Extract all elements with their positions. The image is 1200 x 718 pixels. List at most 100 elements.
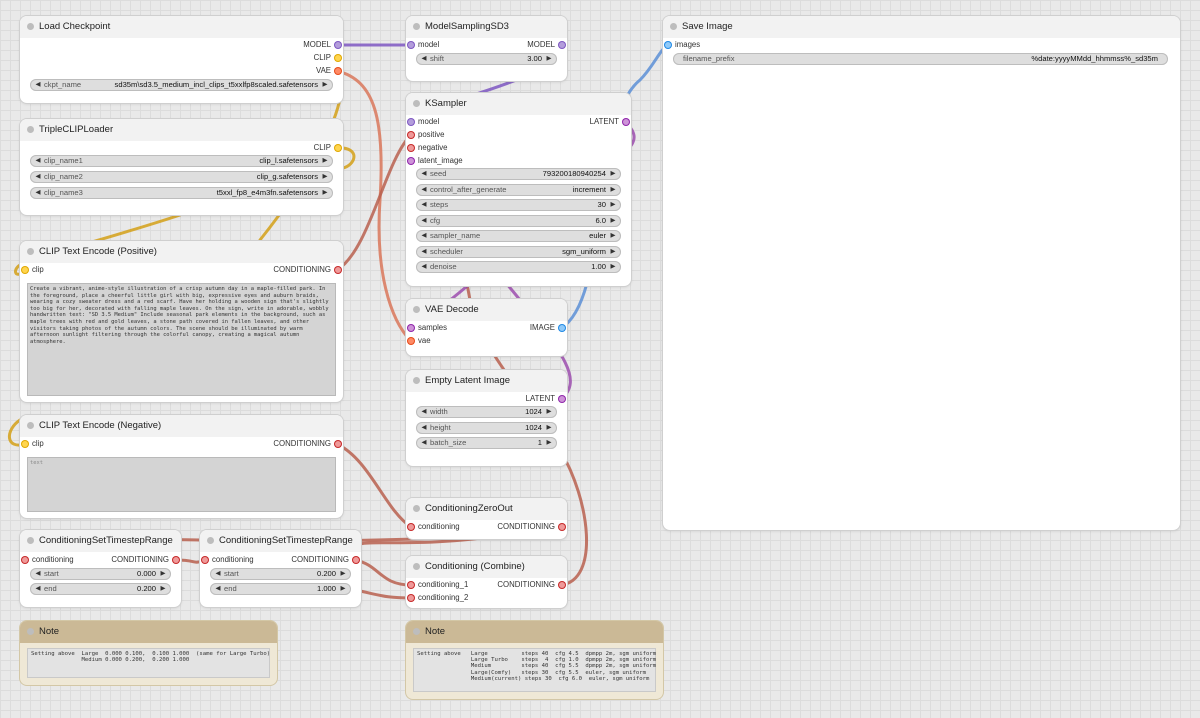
start-widget[interactable]: ◀ start 0.000 ▶ <box>30 568 171 580</box>
node-title[interactable]: Note <box>20 621 277 643</box>
output-image[interactable]: IMAGE <box>530 322 567 334</box>
clip-name2-combo[interactable]: ◀ clip_name2 clip_g.safetensors ▶ <box>30 171 333 183</box>
clip-name1-combo[interactable]: ◀ clip_name1 clip_l.safetensors ▶ <box>30 155 333 167</box>
node-title[interactable]: ModelSamplingSD3 <box>406 16 567 38</box>
arrow-left-icon[interactable]: ◀ <box>419 184 429 196</box>
input-port-icon[interactable] <box>202 557 208 563</box>
arrow-left-icon[interactable]: ◀ <box>419 215 429 227</box>
output-clip[interactable]: CLIP <box>314 142 343 154</box>
arrow-left-icon[interactable]: ◀ <box>419 246 429 258</box>
arrow-left-icon[interactable]: ◀ <box>213 583 223 595</box>
input-port-icon[interactable] <box>22 267 28 273</box>
input-samples[interactable]: samples <box>406 322 447 334</box>
node-title[interactable]: VAE Decode <box>406 299 567 321</box>
input-latent-image[interactable]: latent_image <box>406 155 463 167</box>
arrow-right-icon[interactable]: ▶ <box>608 184 618 196</box>
output-port-icon[interactable] <box>559 582 565 588</box>
input-images[interactable]: images <box>663 39 700 51</box>
node-model-sampling-sd3[interactable]: ModelSamplingSD3 model MODEL ◀ shift 3.00 ▶ <box>406 16 567 81</box>
output-latent[interactable]: LATENT <box>590 116 631 128</box>
output-conditioning[interactable]: CONDITIONING <box>291 554 361 566</box>
width-widget[interactable]: ◀ width 1024 ▶ <box>416 406 557 418</box>
negative-prompt-textarea[interactable]: text <box>27 457 336 512</box>
arrow-left-icon[interactable]: ◀ <box>419 168 429 180</box>
end-widget[interactable]: ◀ end 1.000 ▶ <box>210 583 351 595</box>
output-port-icon[interactable] <box>559 42 565 48</box>
arrow-left-icon[interactable]: ◀ <box>33 583 43 595</box>
input-port-icon[interactable] <box>22 441 28 447</box>
node-title[interactable]: TripleCLIPLoader <box>20 119 343 141</box>
collapse-dot-icon[interactable] <box>413 377 420 384</box>
output-port-icon[interactable] <box>335 55 341 61</box>
arrow-left-icon[interactable]: ◀ <box>33 568 43 580</box>
filename-prefix-field[interactable]: filename_prefix %date:yyyyMMdd_hhmmss%_sd… <box>673 53 1168 65</box>
arrow-right-icon[interactable]: ▶ <box>608 215 618 227</box>
node-save-image[interactable]: Save Image images filename_prefix %date:y… <box>663 16 1180 530</box>
arrow-right-icon[interactable]: ▶ <box>608 168 618 180</box>
output-port-icon[interactable] <box>559 396 565 402</box>
scheduler-widget[interactable]: ◀ scheduler sgm_uniform ▶ <box>416 246 621 258</box>
node-note-1[interactable]: Note Setting above Large 0.000 0.100, 0.… <box>20 621 277 685</box>
input-port-icon[interactable] <box>408 132 414 138</box>
collapse-dot-icon[interactable] <box>207 537 214 544</box>
node-conditioning-set-timestep-range-2[interactable]: ConditioningSetTimestepRange conditionin… <box>200 530 361 607</box>
collapse-dot-icon[interactable] <box>27 628 34 635</box>
input-conditioning[interactable]: conditioning <box>20 554 74 566</box>
node-vae-decode[interactable]: VAE Decode samples vae IMAGE <box>406 299 567 356</box>
arrow-left-icon[interactable]: ◀ <box>419 230 429 242</box>
note-textarea[interactable]: Setting above Large steps 40 cfg 4.5 dpm… <box>413 648 656 692</box>
arrow-left-icon[interactable]: ◀ <box>419 422 429 434</box>
output-port-icon[interactable] <box>353 557 359 563</box>
arrow-left-icon[interactable]: ◀ <box>419 199 429 211</box>
output-port-icon[interactable] <box>623 119 629 125</box>
node-title[interactable]: ConditioningSetTimestepRange <box>200 530 361 552</box>
arrow-left-icon[interactable]: ◀ <box>33 187 43 199</box>
output-conditioning[interactable]: CONDITIONING <box>111 554 181 566</box>
collapse-dot-icon[interactable] <box>413 306 420 313</box>
input-clip[interactable]: clip <box>20 438 44 450</box>
output-port-icon[interactable] <box>335 441 341 447</box>
arrow-left-icon[interactable]: ◀ <box>419 261 429 273</box>
collapse-dot-icon[interactable] <box>413 505 420 512</box>
output-latent[interactable]: LATENT <box>526 393 567 405</box>
input-port-icon[interactable] <box>408 158 414 164</box>
collapse-dot-icon[interactable] <box>27 248 34 255</box>
arrow-left-icon[interactable]: ◀ <box>213 568 223 580</box>
node-triple-clip-loader[interactable]: TripleCLIPLoader CLIP ◀ clip_name1 clip_l.… <box>20 119 343 215</box>
arrow-right-icon[interactable]: ▶ <box>338 583 348 595</box>
input-model[interactable]: model <box>406 116 439 128</box>
output-conditioning[interactable]: CONDITIONING <box>497 579 567 591</box>
collapse-dot-icon[interactable] <box>413 563 420 570</box>
output-port-icon[interactable] <box>335 68 341 74</box>
arrow-left-icon[interactable]: ◀ <box>33 171 43 183</box>
node-clip-text-encode-negative[interactable]: CLIP Text Encode (Negative) clip CONDITI… <box>20 415 343 518</box>
input-conditioning[interactable]: conditioning <box>406 521 460 533</box>
denoise-widget[interactable]: ◀ denoise 1.00 ▶ <box>416 261 621 273</box>
node-title[interactable]: Empty Latent Image <box>406 370 567 392</box>
input-port-icon[interactable] <box>408 595 414 601</box>
steps-widget[interactable]: ◀ steps 30 ▶ <box>416 199 621 211</box>
batch-size-widget[interactable]: ◀ batch_size 1 ▶ <box>416 437 557 449</box>
height-widget[interactable]: ◀ height 1024 ▶ <box>416 422 557 434</box>
output-conditioning[interactable]: CONDITIONING <box>497 521 567 533</box>
input-conditioning-1[interactable]: conditioning_1 <box>406 579 468 591</box>
arrow-right-icon[interactable]: ▶ <box>608 261 618 273</box>
arrow-right-icon[interactable]: ▶ <box>320 155 330 167</box>
arrow-right-icon[interactable]: ▶ <box>544 406 554 418</box>
node-ksampler[interactable]: KSampler model positive negative latent_… <box>406 93 631 286</box>
arrow-right-icon[interactable]: ▶ <box>320 187 330 199</box>
arrow-left-icon[interactable]: ◀ <box>33 155 43 167</box>
arrow-right-icon[interactable]: ▶ <box>608 199 618 211</box>
output-conditioning[interactable]: CONDITIONING <box>273 264 343 276</box>
cfg-widget[interactable]: ◀ cfg 6.0 ▶ <box>416 215 621 227</box>
node-title[interactable]: Load Checkpoint <box>20 16 343 38</box>
input-conditioning-2[interactable]: conditioning_2 <box>406 592 468 604</box>
arrow-right-icon[interactable]: ▶ <box>158 568 168 580</box>
node-title[interactable]: Conditioning (Combine) <box>406 556 567 578</box>
node-title[interactable]: KSampler <box>406 93 631 115</box>
collapse-dot-icon[interactable] <box>670 23 677 30</box>
node-title[interactable]: CLIP Text Encode (Positive) <box>20 241 343 263</box>
arrow-right-icon[interactable]: ▶ <box>544 422 554 434</box>
input-port-icon[interactable] <box>408 145 414 151</box>
arrow-right-icon[interactable]: ▶ <box>544 437 554 449</box>
